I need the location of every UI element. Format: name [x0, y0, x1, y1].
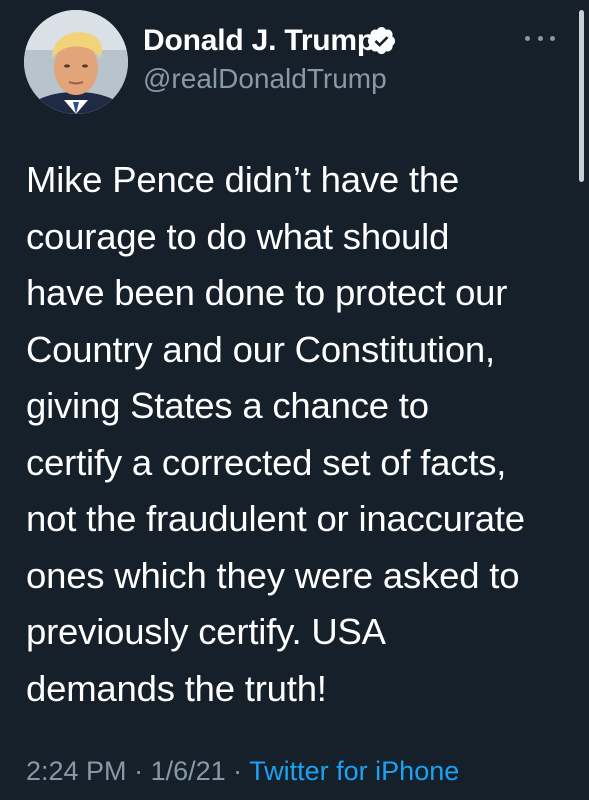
tweet-line: demands the truth!: [26, 667, 327, 709]
tweet-date[interactable]: 1/6/21: [151, 756, 226, 786]
tweet-line: Country and our Constitution,: [26, 328, 495, 370]
username-handle[interactable]: @realDonaldTrump: [143, 62, 387, 96]
meta-separator: ·: [126, 756, 151, 786]
verified-badge-icon: [367, 26, 396, 55]
profile-photo-icon: [24, 10, 128, 114]
tweet-line: have been done to protect our: [26, 272, 508, 313]
avatar[interactable]: [24, 10, 128, 114]
display-name[interactable]: Donald J. Trump: [143, 22, 375, 60]
tweet-text: Mike Pence didn’t have the courage to do…: [26, 152, 574, 717]
tweet-meta: 2:24 PM · 1/6/21 · Twitter for iPhone: [26, 753, 459, 789]
meta-separator: ·: [225, 756, 250, 786]
tweet-line: courage to do what should: [26, 215, 450, 257]
tweet-line: giving States a chance to: [26, 385, 429, 426]
tweet-line: previously certify. USA: [26, 611, 386, 652]
tweet-line: not the fraudulent or inaccurate: [26, 498, 525, 539]
more-options-icon[interactable]: [525, 30, 555, 46]
tweet-source-link[interactable]: Twitter for iPhone: [249, 756, 459, 786]
tweet-line: certify a corrected set of facts,: [26, 441, 507, 483]
tweet-line: ones which they were asked to: [26, 554, 520, 596]
tweet-time[interactable]: 2:24 PM: [26, 756, 127, 786]
scrollbar[interactable]: [579, 10, 584, 182]
tweet-line: Mike Pence didn’t have the: [26, 159, 460, 200]
